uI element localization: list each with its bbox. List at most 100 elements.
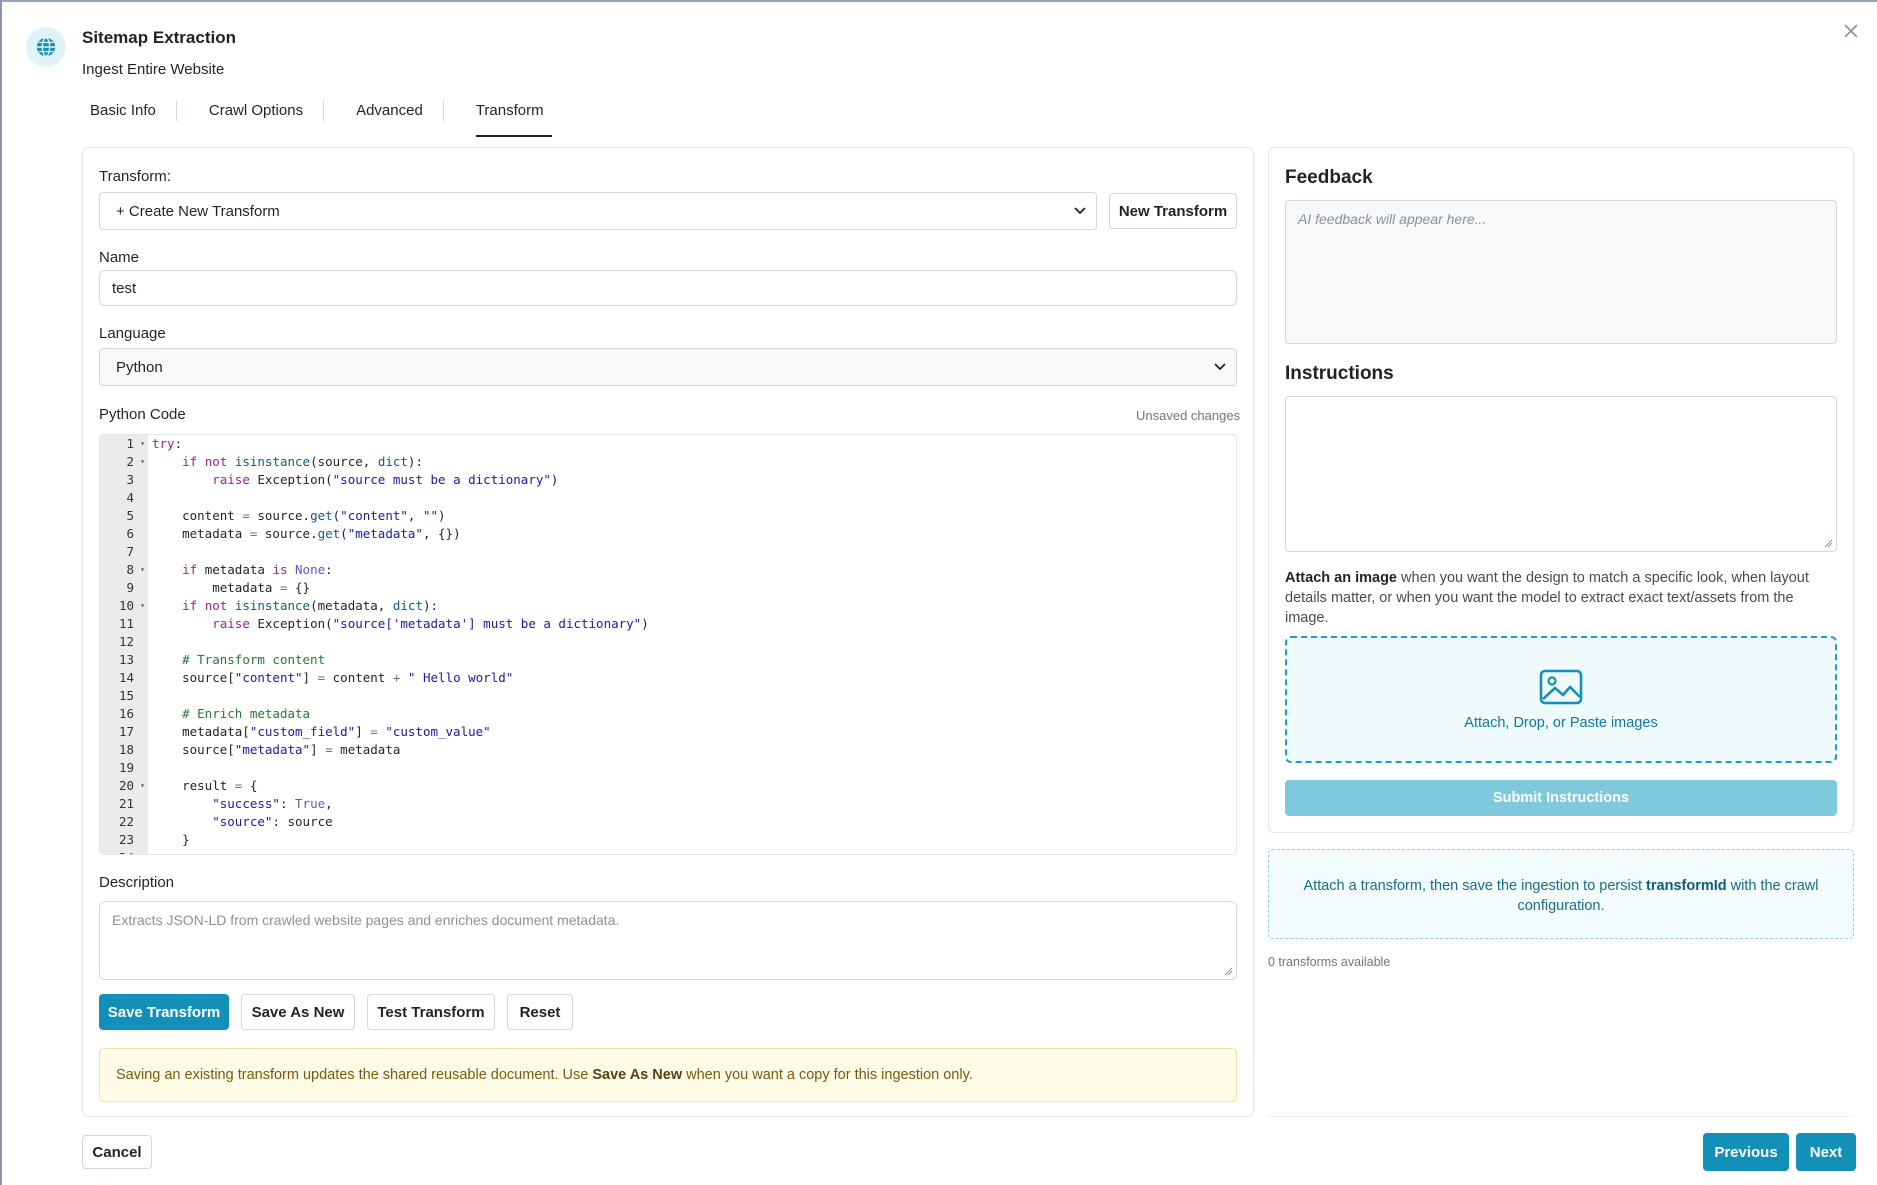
transforms-count: 0 transforms available [1268,955,1391,969]
code-text: metadata = source.get("metadata", {}) [152,526,461,541]
fold-arrow-icon[interactable]: ▾ [140,777,145,795]
line-number: 8 ▾ [126,561,145,579]
test-transform-button[interactable]: Test Transform [367,994,495,1030]
description-label: Description [99,874,175,891]
code-line: 21 "success": True, [100,795,1236,813]
tab-crawl-options[interactable]: Crawl Options [201,99,311,141]
attach-hint-bold: Attach an image [1285,570,1397,586]
previous-button[interactable]: Previous [1703,1133,1789,1171]
name-input-value: test [112,279,137,297]
code-text: content = source.get("content", "") [152,508,446,523]
fold-arrow-icon[interactable]: ▾ [140,597,145,615]
code-line: 6 metadata = source.get("metadata", {}) [100,525,1236,543]
tab-divider [442,101,444,121]
code-text: if not isinstance(source, dict): [182,454,423,469]
reset-button[interactable]: Reset [507,994,573,1030]
new-transform-button[interactable]: New Transform [1109,193,1237,229]
line-number: 12 [118,634,134,649]
name-label: Name [99,249,140,266]
code-text: } [152,832,190,847]
code-line: 16 # Enrich metadata [100,705,1236,723]
line-number: 10 ▾ [118,597,145,615]
line-number: 18 [118,742,134,757]
code-text: # Transform content [182,652,326,667]
submit-instructions-button[interactable]: Submit Instructions [1285,780,1837,816]
code-line: 10 ▾ if not isinstance(metadata, dict): [100,597,1236,615]
globe-icon [26,27,66,67]
line-number: 9 [126,580,134,595]
transform-editor-panel: Transform: + Create New Transform New Tr… [82,147,1254,1117]
notice-bold: Save As New [592,1067,683,1083]
notice-text-end: when you want a copy for this ingestion … [686,1067,973,1083]
save-notice: Saving an existing transform updates the… [99,1048,1237,1102]
line-number: 17 [118,724,134,739]
name-input[interactable]: test [99,270,1237,306]
save-transform-button[interactable]: Save Transform [99,994,229,1030]
code-line: 5 content = source.get("content", "") [100,507,1236,525]
info-bold: transformId [1646,878,1727,894]
tab-bar: Basic Info Crawl Options Advanced Transf… [82,99,576,141]
code-text: "source": source [212,814,333,829]
notice-text: Saving an existing transform updates the… [116,1067,589,1083]
code-editor[interactable]: 1 ▾ try: 2 ▾ if not isinstance(source, dict)… [99,434,1237,855]
close-icon[interactable] [1838,18,1864,44]
dialog-title: Sitemap Extraction [82,28,236,47]
code-text: raise Exception("source must be a dictio… [212,472,559,487]
resize-grip-icon[interactable] [1224,967,1233,976]
code-text: raise Exception("source['metadata'] must… [212,616,649,631]
code-text: if not isinstance(metadata, dict): [182,598,439,613]
code-text: result = { [152,778,258,793]
dialog-subtitle: Ingest Entire Website [82,61,225,78]
feedback-title: Feedback [1285,167,1373,188]
dropzone-label: Attach, Drop, or Paste images [1464,714,1658,731]
resize-grip-icon[interactable] [1824,539,1833,548]
code-line: 20 ▾ result = { [100,777,1236,795]
next-button[interactable]: Next [1796,1133,1856,1171]
code-line: 3 raise Exception("source must be a dict… [100,471,1236,489]
feedback-output: AI feedback will appear here... [1285,200,1837,344]
instructions-title: Instructions [1285,363,1394,384]
feedback-placeholder: AI feedback will appear here... [1298,211,1487,227]
line-number: 23 [118,832,134,847]
code-text: source["metadata"] = metadata [152,742,401,757]
info-text: Attach a transform, then save the ingest… [1303,878,1647,894]
window-left-edge [0,0,2,1185]
line-number: 11 [118,616,134,631]
tab-transform[interactable]: Transform [468,99,552,141]
code-line: 13 # Transform content [100,651,1236,669]
fold-arrow-icon[interactable]: ▾ [140,435,145,453]
code-line: 14 source["content"] = content + " Hello… [100,669,1236,687]
line-number: 3 [126,472,134,487]
language-select-value: Python [116,358,163,376]
language-label: Language [99,325,166,342]
line-number: 21 [118,796,134,811]
instructions-textarea[interactable] [1285,396,1837,552]
fold-arrow-icon[interactable]: ▾ [140,561,145,579]
tab-basic-info[interactable]: Basic Info [82,99,164,141]
transform-info-box: Attach a transform, then save the ingest… [1268,849,1854,939]
fold-arrow-icon[interactable]: ▾ [140,453,145,471]
image-dropzone[interactable]: Attach, Drop, or Paste images [1285,636,1837,763]
language-select[interactable]: Python [99,348,1237,386]
code-line: 1 ▾ try: [100,435,1236,453]
transform-select[interactable]: + Create New Transform [99,192,1097,230]
line-number: 16 [118,706,134,721]
code-line: 17 metadata["custom_field"] = "custom_va… [100,723,1236,741]
description-textarea[interactable]: Extracts JSON-LD from crawled website pa… [99,901,1237,980]
code-text: # Enrich metadata [182,706,311,721]
code-line: 19 [100,759,1236,777]
code-text: "success": True, [212,796,333,811]
line-number: 14 [118,670,134,685]
tab-advanced[interactable]: Advanced [348,99,431,141]
cancel-button[interactable]: Cancel [82,1135,152,1169]
code-line: 12 [100,633,1236,651]
line-number: 7 [126,544,134,559]
save-as-new-button[interactable]: Save As New [241,994,355,1030]
line-number: 5 [126,508,134,523]
line-number: 20 ▾ [118,777,145,795]
